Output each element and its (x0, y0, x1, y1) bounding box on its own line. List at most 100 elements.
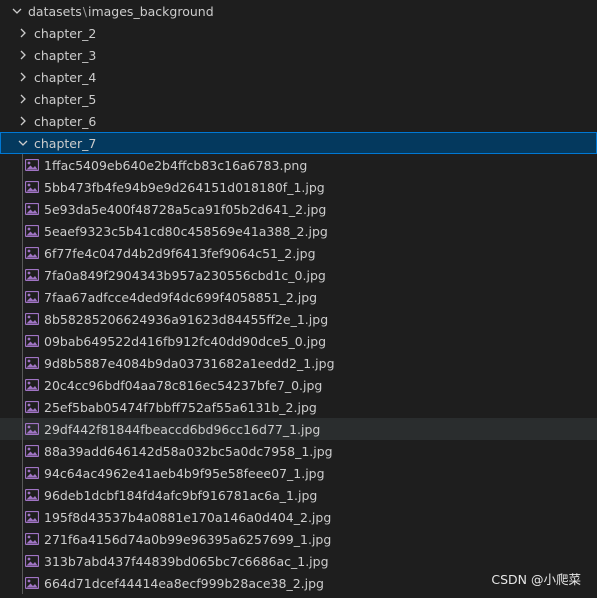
breadcrumb-separator: \ (82, 3, 87, 19)
file-row[interactable]: 5bb473fb4fe94b9e9d264151d018180f_1.jpg (0, 176, 597, 198)
indent-guide (22, 374, 23, 396)
file-row[interactable]: 09bab649522d416fb912fc40dd90dce5_0.jpg (0, 330, 597, 352)
folder-chapter-4[interactable]: chapter_4 (0, 66, 597, 88)
indent-guide (22, 528, 23, 550)
image-file-icon (24, 157, 40, 173)
file-name: 96deb1dcbf184fd4afc9bf916781ac6a_1.jpg (44, 487, 318, 503)
breadcrumb-leaf: images_background (88, 3, 214, 19)
file-name: 664d71dcef44414ea8ecf999b28ace38_2.jpg (44, 575, 324, 591)
image-file-icon (24, 509, 40, 525)
folder-label: chapter_4 (34, 69, 97, 85)
chevron-down-icon (10, 5, 24, 17)
file-name: 7faa67adfcce4ded9f4dc699f4058851_2.jpg (44, 289, 318, 305)
file-name: 29df442f81844fbeaccd6bd96cc16d77_1.jpg (44, 421, 321, 437)
file-row[interactable]: 6f77fe4c047d4b2d9f6413fef9064c51_2.jpg (0, 242, 597, 264)
indent-guide (22, 352, 23, 374)
chevron-right-icon (16, 27, 30, 39)
indent-guide (22, 506, 23, 528)
indent-guide (22, 286, 23, 308)
chevron-right-icon (16, 115, 30, 127)
chevron-down-icon (16, 137, 30, 149)
file-name: 6f77fe4c047d4b2d9f6413fef9064c51_2.jpg (44, 245, 316, 261)
file-row[interactable]: 195f8d43537b4a0881e170a146a0d404_2.jpg (0, 506, 597, 528)
chevron-right-icon (16, 71, 30, 83)
file-row[interactable]: 1ffac5409eb640e2b4ffcb83c16a6783.png (0, 154, 597, 176)
indent-guide (22, 220, 23, 242)
indent-guide (22, 308, 23, 330)
folder-chapter-3[interactable]: chapter_3 (0, 44, 597, 66)
file-row[interactable]: 25ef5bab05474f7bbff752af55a6131b_2.jpg (0, 396, 597, 418)
indent-guide (22, 264, 23, 286)
file-row[interactable]: 7faa67adfcce4ded9f4dc699f4058851_2.jpg (0, 286, 597, 308)
chevron-right-icon (16, 49, 30, 61)
chevron-right-icon (16, 93, 30, 105)
image-file-icon (24, 399, 40, 415)
image-file-icon (24, 245, 40, 261)
image-file-icon (24, 289, 40, 305)
file-row[interactable]: 8b58285206624936a91623d84455ff2e_1.jpg (0, 308, 597, 330)
file-name: 94c64ac4962e41aeb4b9f95e58feee07_1.jpg (44, 465, 325, 481)
file-name: 313b7abd437f44839bd065bc7c6686ac_1.jpg (44, 553, 329, 569)
folder-label: chapter_5 (34, 91, 97, 107)
file-row[interactable]: 9d8b5887e4084b9da03731682a1eedd2_1.jpg (0, 352, 597, 374)
image-file-icon (24, 267, 40, 283)
image-file-icon (24, 223, 40, 239)
file-name: 271f6a4156d74a0b99e96395a6257699_1.jpg (44, 531, 332, 547)
file-row[interactable]: 96deb1dcbf184fd4afc9bf916781ac6a_1.jpg (0, 484, 597, 506)
file-list: 1ffac5409eb640e2b4ffcb83c16a6783.png 5bb… (0, 154, 597, 594)
indent-guide (22, 550, 23, 572)
folder-label: chapter_7 (34, 135, 97, 151)
file-name: 9d8b5887e4084b9da03731682a1eedd2_1.jpg (44, 355, 335, 371)
indent-guide (22, 462, 23, 484)
folder-chapter-7[interactable]: chapter_7 (0, 132, 597, 154)
indent-guide (22, 572, 23, 594)
image-file-icon (24, 553, 40, 569)
image-file-icon (24, 487, 40, 503)
indent-guide (22, 440, 23, 462)
folder-chapter-2[interactable]: chapter_2 (0, 22, 597, 44)
file-row[interactable]: 5eaef9323c5b41cd80c458569e41a388_2.jpg (0, 220, 597, 242)
file-name: 25ef5bab05474f7bbff752af55a6131b_2.jpg (44, 399, 317, 415)
folder-chapter-5[interactable]: chapter_5 (0, 88, 597, 110)
file-row[interactable]: 271f6a4156d74a0b99e96395a6257699_1.jpg (0, 528, 597, 550)
file-row[interactable]: 20c4cc96bdf04aa78c816ec54237bfe7_0.jpg (0, 374, 597, 396)
image-file-icon (24, 355, 40, 371)
file-name: 7fa0a849f2904343b957a230556cbd1c_0.jpg (44, 267, 326, 283)
folder-label: chapter_2 (34, 25, 97, 41)
file-name: 1ffac5409eb640e2b4ffcb83c16a6783.png (44, 157, 308, 173)
file-name: 5bb473fb4fe94b9e9d264151d018180f_1.jpg (44, 179, 325, 195)
folder-chapter-6[interactable]: chapter_6 (0, 110, 597, 132)
image-file-icon (24, 575, 40, 591)
image-file-icon (24, 531, 40, 547)
file-name: 09bab649522d416fb912fc40dd90dce5_0.jpg (44, 333, 327, 349)
indent-guide (22, 176, 23, 198)
file-name: 8b58285206624936a91623d84455ff2e_1.jpg (44, 311, 329, 327)
file-row[interactable]: 29df442f81844fbeaccd6bd96cc16d77_1.jpg (0, 418, 597, 440)
breadcrumb-root: datasets (28, 3, 82, 19)
file-row[interactable]: 94c64ac4962e41aeb4b9f95e58feee07_1.jpg (0, 462, 597, 484)
image-file-icon (24, 333, 40, 349)
file-row[interactable]: 7fa0a849f2904343b957a230556cbd1c_0.jpg (0, 264, 597, 286)
file-name: 5eaef9323c5b41cd80c458569e41a388_2.jpg (44, 223, 328, 239)
file-name: 88a39add646142d58a032bc5a0dc7958_1.jpg (44, 443, 333, 459)
indent-guide (22, 154, 23, 176)
indent-guide (22, 198, 23, 220)
breadcrumb[interactable]: datasets \ images_background (0, 0, 597, 22)
file-row[interactable]: 88a39add646142d58a032bc5a0dc7958_1.jpg (0, 440, 597, 462)
image-file-icon (24, 179, 40, 195)
indent-guide (22, 242, 23, 264)
indent-guide (22, 484, 23, 506)
folder-label: chapter_3 (34, 47, 97, 63)
file-row[interactable]: 5e93da5e400f48728a5ca91f05b2d641_2.jpg (0, 198, 597, 220)
file-name: 5e93da5e400f48728a5ca91f05b2d641_2.jpg (44, 201, 327, 217)
image-file-icon (24, 201, 40, 217)
indent-guide (22, 418, 23, 440)
file-name: 195f8d43537b4a0881e170a146a0d404_2.jpg (44, 509, 332, 525)
image-file-icon (24, 377, 40, 393)
watermark: CSDN @小爬菜 (491, 572, 581, 587)
indent-guide (22, 396, 23, 418)
image-file-icon (24, 443, 40, 459)
file-name: 20c4cc96bdf04aa78c816ec54237bfe7_0.jpg (44, 377, 323, 393)
folder-label: chapter_6 (34, 113, 97, 129)
image-file-icon (24, 421, 40, 437)
